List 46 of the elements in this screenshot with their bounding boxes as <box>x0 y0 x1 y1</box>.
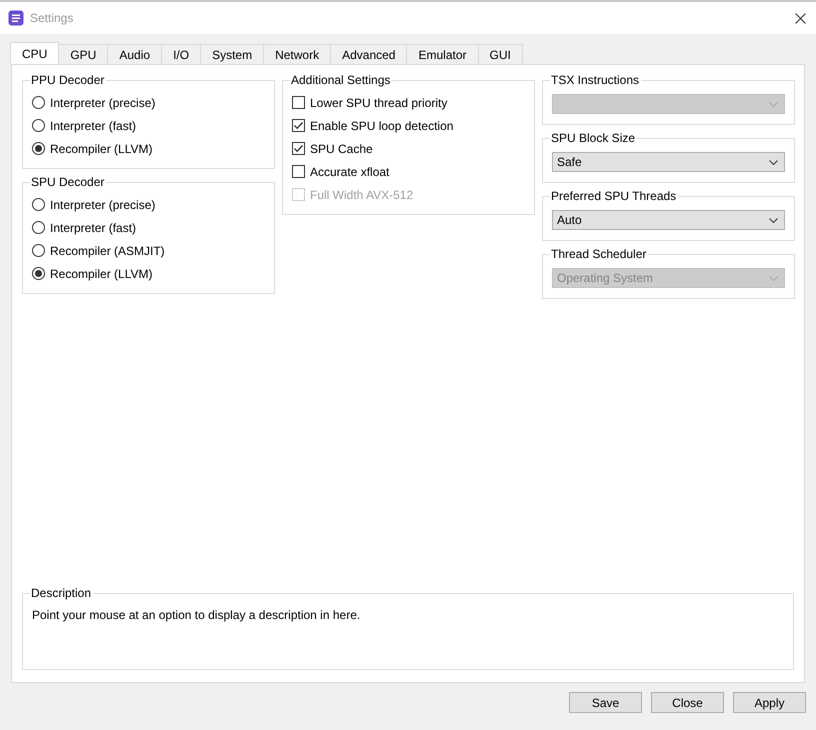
radio-option[interactable]: Recompiler (ASMJIT) <box>32 244 165 258</box>
tab[interactable]: GUI <box>478 44 523 64</box>
radio-option[interactable]: Interpreter (precise) <box>32 96 156 110</box>
radio-option[interactable]: Recompiler (LLVM) <box>32 142 152 156</box>
group-title: SPU Decoder <box>30 175 106 189</box>
radio-button[interactable] <box>32 221 45 234</box>
group-title: Thread Scheduler <box>550 247 648 261</box>
radio-button[interactable] <box>32 198 45 211</box>
group-title: Preferred SPU Threads <box>550 189 678 203</box>
radio-option[interactable]: Interpreter (precise) <box>32 198 156 212</box>
radio-button[interactable] <box>32 244 45 257</box>
description-text: Point your mouse at an option to display a description in here. <box>32 608 362 622</box>
checkbox[interactable] <box>292 142 305 155</box>
dialog-button[interactable]: Close <box>651 692 724 713</box>
radio-button[interactable] <box>32 142 45 155</box>
checkbox-option[interactable]: Enable SPU loop detection <box>292 118 454 132</box>
dropdown[interactable]: Safe <box>552 152 785 172</box>
app-icon <box>8 10 24 26</box>
dialog-button[interactable]: Apply <box>733 692 806 713</box>
close-icon[interactable] <box>795 12 806 24</box>
radio-option[interactable]: Interpreter (fast) <box>32 220 136 234</box>
checkbox-option[interactable]: SPU Cache <box>292 142 373 156</box>
radio-option[interactable]: Recompiler (LLVM) <box>32 266 152 280</box>
radio-button[interactable] <box>32 267 45 280</box>
checkbox[interactable] <box>292 165 305 178</box>
chevron-down-icon <box>769 218 778 222</box>
dialog-button[interactable]: Save <box>569 692 642 713</box>
checkbox-option[interactable]: Lower SPU thread priority <box>292 96 448 110</box>
tab[interactable]: System <box>200 44 264 64</box>
checkbox-option[interactable]: Accurate xfloat <box>292 164 390 178</box>
group-title: PPU Decoder <box>30 73 106 87</box>
tab[interactable]: CPU <box>10 42 60 64</box>
radio-option[interactable]: Interpreter (fast) <box>32 118 136 132</box>
checkbox[interactable] <box>292 96 305 109</box>
group-title: TSX Instructions <box>550 73 640 87</box>
checkbox[interactable] <box>292 119 305 132</box>
group-title: SPU Block Size <box>550 131 636 145</box>
group-title: Description <box>30 586 92 600</box>
radio-button[interactable] <box>32 119 45 132</box>
radio-button[interactable] <box>32 96 45 109</box>
window-title: Settings <box>30 11 74 25</box>
chevron-down-icon <box>769 276 778 280</box>
dropdown[interactable]: Auto <box>552 210 785 230</box>
chevron-down-icon <box>769 102 778 106</box>
group-title: Additional Settings <box>290 73 392 87</box>
chevron-down-icon <box>769 160 778 164</box>
